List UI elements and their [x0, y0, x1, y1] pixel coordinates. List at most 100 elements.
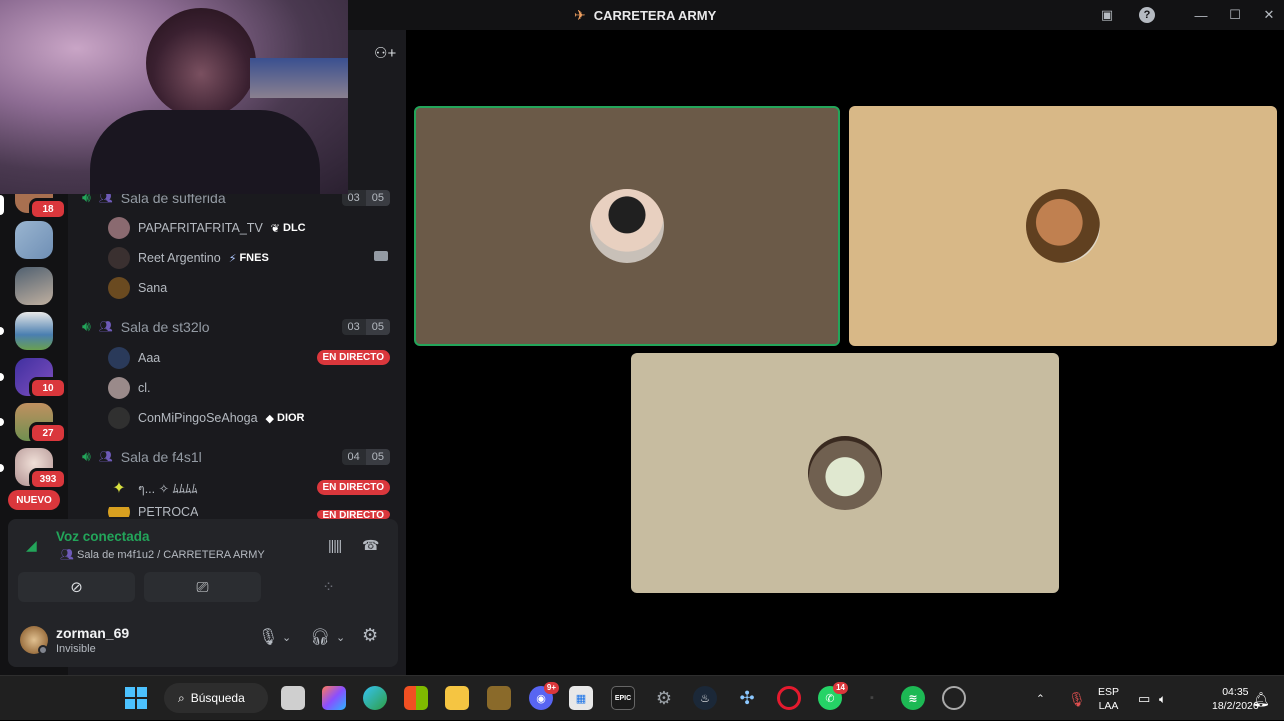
noise-suppression-icon[interactable]: |||||: [328, 537, 342, 553]
people-icon: 👥︎: [98, 321, 113, 333]
people-icon: 👥︎: [98, 451, 113, 463]
clan-tag-text: DIOR: [277, 412, 305, 424]
pinned-app-icon[interactable]: ▪: [860, 686, 884, 710]
voice-channel[interactable]: 🔊︎ 👥︎ Sala de st32lo: [82, 318, 210, 335]
user-count-limit: 05: [365, 319, 390, 335]
inbox-icon[interactable]: ▣: [1098, 6, 1116, 24]
participant-avatar: [808, 436, 882, 510]
server-icon-4[interactable]: [15, 312, 53, 350]
copilot-icon[interactable]: [322, 686, 346, 710]
share-screen-button[interactable]: ⎚: [144, 572, 261, 602]
member-name: Sana: [138, 281, 168, 295]
file-explorer-icon[interactable]: [445, 686, 469, 710]
network-icon[interactable]: ▭: [1138, 676, 1150, 721]
member-name: PETROCA: [138, 507, 199, 517]
steam-icon[interactable]: ♨︎: [693, 686, 717, 710]
user-count: 03 05: [341, 319, 390, 335]
avatar: [108, 217, 130, 239]
task-view-icon[interactable]: [281, 686, 305, 710]
spotify-icon[interactable]: ≋: [901, 686, 925, 710]
live-badge[interactable]: EN DIRECTO: [316, 480, 390, 495]
voice-member[interactable]: cl.: [108, 377, 151, 399]
voice-location: 👥︎ Sala de m4f1u2 / CARRETERA ARMY: [60, 548, 265, 561]
speaker-icon: 🔊︎: [82, 318, 91, 334]
close-icon[interactable]: ✕: [1260, 6, 1278, 24]
store-icon[interactable]: ▦: [569, 686, 593, 710]
voice-member[interactable]: ConMiPingoSeAhoga ◆ DIOR: [108, 407, 305, 429]
taskbar-search[interactable]: ⌕ Búsqueda: [164, 683, 268, 713]
gear-icon[interactable]: ⚙︎: [362, 625, 378, 646]
participant-tile[interactable]: [849, 106, 1277, 346]
language-indicator[interactable]: ESP LAA: [1098, 676, 1119, 721]
opera-icon[interactable]: [777, 686, 801, 710]
chevron-down-icon[interactable]: ⌄: [336, 631, 345, 644]
help-icon[interactable]: ?: [1139, 7, 1155, 23]
participant-avatar: [590, 189, 664, 263]
live-badge[interactable]: EN DIRECTO: [316, 510, 390, 519]
minecraft-icon[interactable]: [487, 686, 511, 710]
speaker-icon: 🔊︎: [82, 448, 91, 464]
video-off-button[interactable]: ⊘: [18, 572, 135, 602]
whatsapp-icon[interactable]: ✆ 14: [818, 682, 848, 710]
bolt-icon: ⚡︎: [228, 252, 237, 265]
app-icon[interactable]: [942, 686, 966, 710]
windows-start-icon[interactable]: [124, 686, 148, 710]
webcam-shelf: [250, 58, 348, 98]
new-unreads-badge[interactable]: NUEVO: [8, 490, 60, 510]
people-icon: 👥︎: [60, 549, 74, 561]
server-icon-2[interactable]: [15, 221, 53, 259]
add-friend-icon[interactable]: ⚇+: [374, 44, 396, 62]
chevron-up-icon[interactable]: ⌃: [1036, 676, 1045, 721]
mic-icon[interactable]: 🎙︎: [258, 627, 278, 647]
status-dot: [38, 645, 48, 655]
activities-icon: ⁘: [322, 579, 335, 596]
headphones-icon[interactable]: 🎧︎: [310, 627, 330, 647]
voice-channel[interactable]: 🔊︎ 👥︎ Sala de f4s1l: [82, 448, 202, 465]
voice-member[interactable]: Sana: [108, 277, 167, 299]
username[interactable]: zorman_69: [56, 625, 129, 641]
user-count-limit: 05: [365, 190, 390, 206]
voice-member[interactable]: PAPAFRITAFRITA_TV ❦ DLC: [108, 217, 306, 239]
unread-pill: [0, 464, 4, 472]
member-name: Reet Argentino: [138, 251, 221, 265]
screen-share-icon: ⎚: [196, 578, 209, 596]
discord-icon[interactable]: ◉ 9+: [529, 682, 559, 710]
notifications-icon[interactable]: 🔔︎: [1252, 676, 1270, 721]
participant-tile[interactable]: [631, 353, 1059, 593]
activities-button[interactable]: ⁘: [270, 572, 387, 602]
voice-member[interactable]: ✦ ๆ... ✧ ﾑﾑﾑﾑ: [108, 477, 197, 499]
camera-icon: [374, 251, 388, 261]
user-count-current: 04: [341, 449, 366, 465]
voice-channel-name: Sala de st32lo: [120, 318, 210, 335]
volume-icon[interactable]: 🔈︎: [1159, 676, 1166, 721]
voice-member[interactable]: PETROCA: [108, 507, 198, 517]
mic-active-icon[interactable]: 🎙︎: [1068, 676, 1086, 721]
unread-pill: [0, 373, 4, 381]
live-badge[interactable]: EN DIRECTO: [316, 350, 390, 365]
video-stage: [406, 30, 1284, 675]
minimize-icon[interactable]: —: [1192, 6, 1210, 24]
chevron-down-icon[interactable]: ⌄: [282, 631, 291, 644]
clan-tag-text: DLC: [283, 222, 306, 234]
participant-tile[interactable]: [414, 106, 840, 346]
avatar: [108, 377, 130, 399]
server-icon-3[interactable]: [15, 267, 53, 305]
voice-member[interactable]: Aaa: [108, 347, 160, 369]
gamepad-icon[interactable]: ✣: [735, 686, 759, 710]
winrar-icon[interactable]: [404, 686, 428, 710]
voice-status[interactable]: Voz conectada: [56, 529, 150, 544]
voice-member[interactable]: Reet Argentino ⚡︎ FNES: [108, 247, 269, 269]
clan-tag: ❦ DLC: [271, 222, 306, 235]
epic-games-icon[interactable]: EPIC: [611, 686, 635, 710]
settings-icon[interactable]: ⚙︎: [652, 686, 676, 710]
webcam-person-head: [146, 8, 256, 118]
diamond-icon: ◆: [265, 412, 274, 425]
disconnect-icon[interactable]: ☎︎: [362, 537, 379, 554]
edge-icon[interactable]: [363, 686, 387, 710]
user-count-current: 03: [341, 319, 366, 335]
user-count-limit: 05: [365, 449, 390, 465]
taskbar: ⌕ Búsqueda ◉ 9+ ▦ EPIC ⚙︎ ♨︎ ✣ ✆ 14 ▪ ≋ ⌃ 🎙…: [0, 675, 1284, 720]
maximize-icon[interactable]: ☐: [1226, 6, 1244, 24]
clan-tag: ⚡︎ FNES: [229, 252, 269, 265]
window-title: ✈ CARRETERA ARMY: [574, 0, 716, 30]
